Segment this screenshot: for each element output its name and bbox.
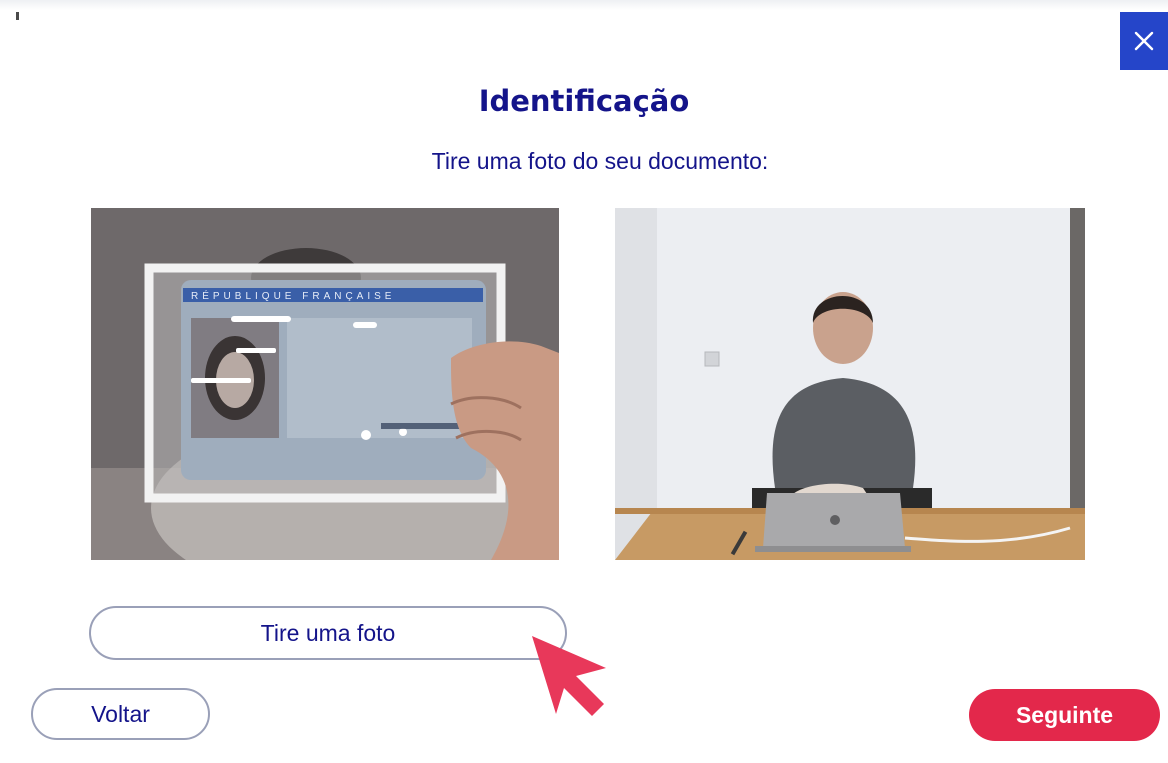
pointer-cursor-icon [532, 636, 606, 716]
identification-dialog: Identificação Tire uma foto do seu docum… [0, 0, 1168, 763]
next-button[interactable]: Seguinte [969, 689, 1160, 741]
person-at-laptop-image [615, 208, 1085, 560]
top-shadow [0, 0, 1168, 10]
corner-mark [16, 12, 19, 20]
back-button[interactable]: Voltar [31, 688, 210, 740]
document-preview-image: RÉPUBLIQUE FRANÇAISE [91, 208, 559, 560]
scene-preview-image [615, 208, 1085, 560]
page-subtitle: Tire uma foto do seu documento: [431, 148, 769, 174]
page-title: Identificação [478, 84, 690, 118]
close-icon [1134, 31, 1154, 51]
card-header-text: RÉPUBLIQUE FRANÇAISE [191, 289, 395, 302]
close-button[interactable] [1120, 12, 1168, 70]
document-camera-preview: RÉPUBLIQUE FRANÇAISE [91, 208, 559, 560]
take-photo-button[interactable]: Tire uma foto [89, 606, 567, 660]
